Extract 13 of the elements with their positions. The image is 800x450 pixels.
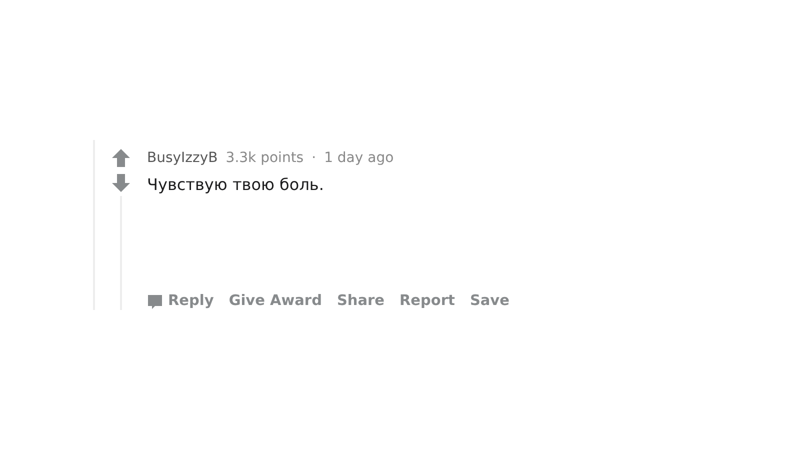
points: 3.3k points bbox=[226, 149, 304, 168]
comment-icon bbox=[147, 294, 163, 310]
action-link[interactable]: Report bbox=[394, 291, 461, 313]
comment-text: Чувствую твою боль. bbox=[147, 174, 325, 196]
upvote-icon[interactable] bbox=[111, 149, 131, 167]
separator: · bbox=[312, 149, 316, 168]
username[interactable]: BusyIzzyB bbox=[147, 148, 218, 169]
action-link[interactable]: Share bbox=[330, 291, 390, 313]
downvote-icon[interactable] bbox=[111, 174, 131, 192]
reply-button[interactable]: Reply bbox=[147, 291, 220, 313]
action-link[interactable]: Save bbox=[464, 291, 516, 313]
action-link[interactable]: Give Award bbox=[222, 291, 328, 313]
timestamp: 1 day ago bbox=[324, 149, 394, 168]
